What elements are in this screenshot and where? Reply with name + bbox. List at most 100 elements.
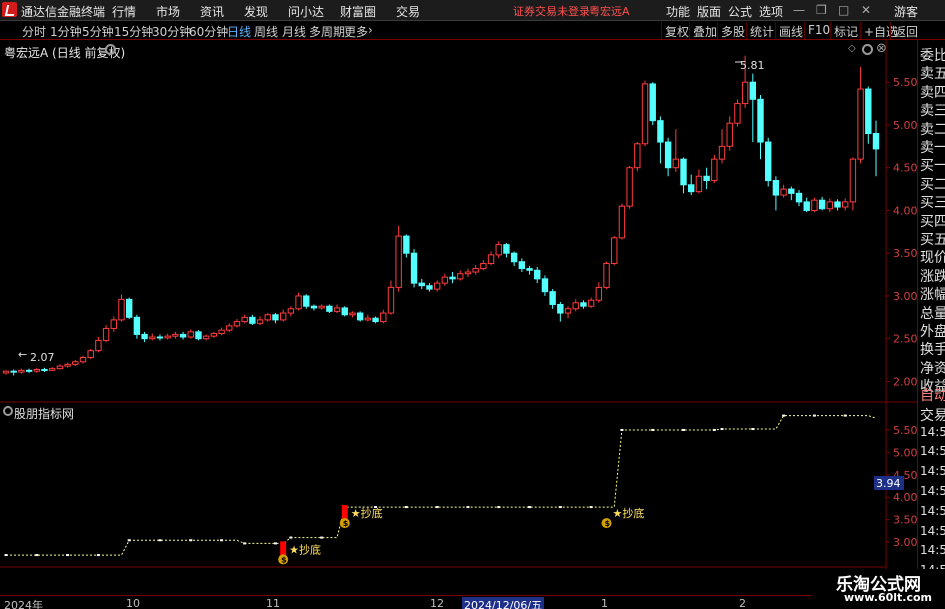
tool-f10[interactable]: F10 [804, 22, 833, 39]
indicator-dot [273, 542, 277, 545]
period-5min[interactable]: 5分钟 [82, 23, 114, 40]
candle [695, 175, 703, 193]
chevron-right-icon[interactable]: › [368, 23, 373, 37]
indicator-dot [435, 506, 439, 509]
tool-draw[interactable]: 画线 [775, 22, 806, 39]
side-ind-label: 自动 [920, 388, 945, 404]
close-window-icon[interactable]: ✕ [861, 3, 871, 17]
date-cursor: 2024/12/06/五 [462, 597, 545, 609]
period-30min[interactable]: 30分钟 [152, 23, 191, 40]
side-quote-label: 买二 [920, 176, 945, 193]
candle [457, 273, 464, 280]
menu-layout[interactable]: 版面 [697, 3, 721, 20]
candle [711, 158, 718, 182]
restore-icon[interactable]: ❐ [816, 3, 827, 17]
candle [865, 88, 872, 134]
indicator-dot [589, 506, 593, 509]
menu-ask[interactable]: 问小达 [288, 3, 324, 20]
side-quote-label: 卖二 [920, 121, 945, 138]
settings-icon[interactable] [862, 44, 873, 55]
maximize-icon[interactable]: □ [838, 3, 849, 17]
candle [187, 331, 194, 338]
date-tick: 2 [739, 597, 746, 609]
candle [56, 365, 64, 370]
candle [49, 368, 56, 371]
side-quote-label: 外盘 [920, 324, 945, 340]
tool-mark[interactable]: 标记 [830, 22, 861, 39]
tool-back[interactable]: 返回 [890, 22, 921, 39]
candle [341, 307, 348, 316]
gear-icon[interactable] [105, 44, 116, 55]
indicator-dot [158, 539, 162, 542]
indicator-dot [243, 542, 247, 545]
candle [757, 98, 764, 143]
candle [141, 333, 148, 340]
tool-stats[interactable]: 统计 [746, 22, 777, 39]
tool-adjust[interactable]: 复权 [661, 22, 692, 39]
ind-tick-label: 5.00 [893, 446, 917, 459]
minimize-icon[interactable]: — [793, 3, 805, 17]
menu-options[interactable]: 选项 [759, 3, 783, 20]
candle [618, 205, 626, 239]
menu-wealth[interactable]: 财富圈 [340, 3, 376, 20]
diamond-icon[interactable]: ◇ [848, 43, 858, 54]
menu-trade[interactable]: 交易 [396, 3, 420, 20]
side-quote-label: 卖一 [920, 140, 945, 156]
menu-market[interactable]: 市场 [156, 3, 180, 20]
price-tick-label: 3.50 [893, 247, 917, 260]
candle [657, 120, 664, 143]
menu-news[interactable]: 资讯 [200, 3, 224, 20]
period-15min[interactable]: 15分钟 [114, 23, 153, 40]
period-1min[interactable]: 1分钟 [50, 23, 82, 40]
tool-multi-stock[interactable]: 多股 [717, 22, 748, 39]
menu-market-quotes[interactable]: 行情 [112, 3, 136, 20]
tool-overlay[interactable]: 叠加 [689, 22, 720, 39]
indicator-dot [651, 428, 655, 431]
period-intraday[interactable]: 分时 [22, 23, 46, 40]
menu-discover[interactable]: 发现 [244, 3, 268, 20]
indicator-dot [4, 554, 8, 557]
candle [718, 145, 726, 160]
candle [680, 158, 687, 186]
period-monthly[interactable]: 月线 [282, 23, 306, 40]
period-weekly[interactable]: 周线 [254, 23, 278, 40]
close-icon[interactable]: ⊗ [876, 41, 887, 56]
menu-function[interactable]: 功能 [666, 3, 690, 20]
candle [110, 319, 117, 329]
candle [472, 268, 479, 273]
candle [626, 167, 633, 207]
indicator-dot [320, 536, 324, 539]
side-quote-label: 卖四 [920, 84, 945, 101]
candle [195, 331, 202, 340]
side-quote-label: 买四 [920, 213, 945, 230]
menu-formula[interactable]: 公式 [728, 3, 752, 20]
candle [156, 336, 164, 339]
money-bag-symbol: $ [605, 519, 611, 528]
period-60min[interactable]: 60分钟 [189, 23, 228, 40]
candle [356, 312, 364, 321]
candle [303, 295, 310, 307]
price-tick-label: 3.00 [893, 290, 917, 303]
candle [164, 335, 171, 339]
title-bar: 通达信金融终端 行情 市场 资讯 发现 问小达 财富圈 交易 证券交易未登录 粤… [0, 0, 945, 21]
indicator-gear-icon[interactable] [3, 406, 13, 416]
indicator-dot [712, 428, 716, 431]
candle [118, 298, 125, 321]
candle [726, 122, 733, 147]
period-multi[interactable]: 多周期 [309, 23, 345, 40]
price-tick-label: 4.00 [893, 204, 917, 217]
account-status[interactable]: 证券交易未登录 [513, 3, 590, 19]
candle [872, 133, 880, 150]
period-more[interactable]: 更多 [344, 23, 368, 40]
candle [287, 308, 295, 314]
candle [318, 305, 325, 309]
period-daily[interactable]: 日线 [227, 23, 251, 40]
indicator-dot [558, 506, 562, 509]
candle [326, 305, 333, 312]
guest-login[interactable]: 游客 [894, 3, 918, 20]
price-tick-label: 2.00 [893, 375, 917, 388]
side-time-label: 14:56 [920, 503, 945, 518]
indicator-dot [35, 554, 39, 557]
chart-area[interactable]: $★抄底$★抄底$★抄底 5.505.004.504.003.503.002.5… [0, 40, 917, 595]
indicator-dot [66, 554, 70, 557]
